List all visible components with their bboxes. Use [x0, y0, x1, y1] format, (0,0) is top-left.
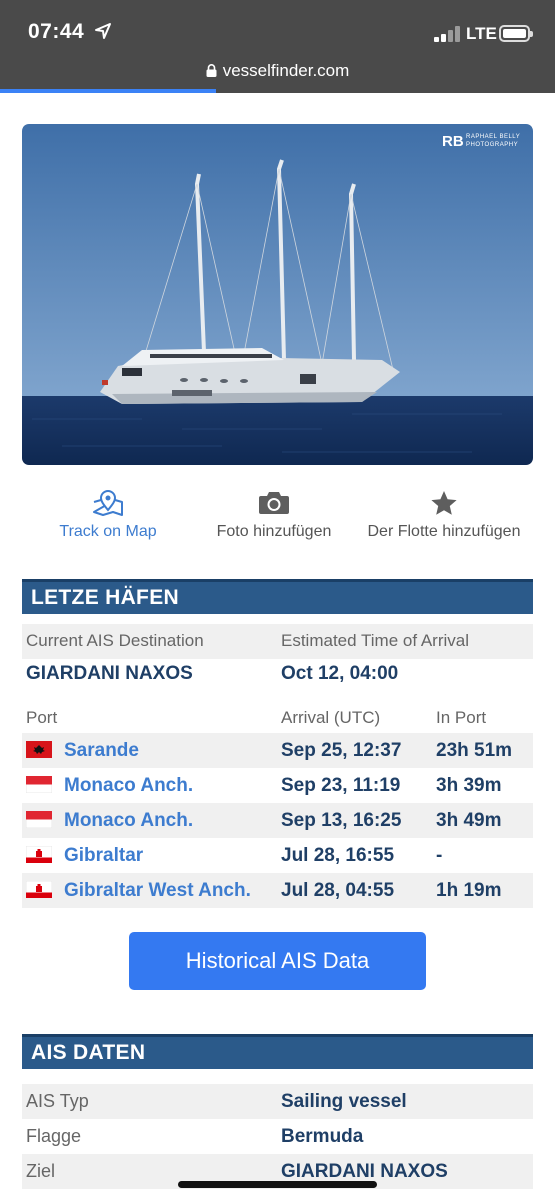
vessel-photo-illustration: [22, 124, 533, 465]
watermark-subtitle: PHOTOGRAPHY: [466, 142, 519, 148]
destination-row: GIARDANI NAXOS Oct 12, 04:00: [22, 656, 533, 691]
port-row: Sarande Sep 25, 12:37 23h 51m: [22, 733, 533, 768]
port-link[interactable]: Sarande: [64, 740, 139, 762]
ais-label: AIS Typ: [26, 1091, 89, 1111]
map-pin-icon: [93, 490, 123, 516]
port-arrival: Sep 13, 16:25: [281, 810, 402, 831]
vessel-photo[interactable]: RB RAPHAEL BELLY PHOTOGRAPHY: [22, 124, 533, 465]
port-link[interactable]: Monaco Anch.: [64, 810, 193, 832]
status-time: 07:44: [28, 20, 85, 43]
port-arrival: Sep 25, 12:37: [281, 740, 402, 761]
location-arrow-icon: [95, 23, 111, 39]
lock-icon: [206, 64, 217, 77]
camera-icon: [259, 492, 289, 514]
historical-ais-data-button[interactable]: Historical AIS Data: [129, 932, 426, 990]
url-display[interactable]: vesselfinder.com: [0, 61, 555, 81]
add-photo-button[interactable]: Foto hinzufügen: [206, 490, 342, 541]
monaco-flag-icon: [26, 811, 52, 828]
port-arrival: Jul 28, 16:55: [281, 845, 395, 866]
ais-label: Flagge: [26, 1126, 82, 1146]
add-to-fleet-label: Der Flotte hinzufügen: [367, 523, 521, 540]
track-on-map-label: Track on Map: [59, 523, 157, 540]
track-on-map-button[interactable]: Track on Map: [52, 490, 164, 541]
page-load-progress: [0, 89, 217, 93]
ports-table-header: Port Arrival (UTC) In Port: [22, 701, 533, 736]
ais-value: Sailing vessel: [281, 1091, 407, 1112]
port-row: Monaco Anch. Sep 13, 16:25 3h 49m: [22, 803, 533, 838]
browser-url-bar[interactable]: vesselfinder.com: [0, 58, 555, 93]
eta-column-header: Estimated Time of Arrival: [281, 631, 470, 650]
arrival-column-header: Arrival (UTC): [281, 708, 381, 727]
destination-header-row: Current AIS Destination Estimated Time o…: [22, 624, 533, 659]
ais-value: GIARDANI NAXOS: [281, 1161, 448, 1182]
photographer-watermark: RB RAPHAEL BELLY PHOTOGRAPHY: [442, 133, 532, 153]
albania-flag-icon: [26, 741, 52, 758]
port-row: Monaco Anch. Sep 23, 11:19 3h 39m: [22, 768, 533, 803]
network-type: LTE: [466, 24, 497, 43]
port-column-header: Port: [26, 708, 58, 727]
port-duration: 3h 49m: [436, 810, 502, 831]
ais-data-header: AIS DATEN: [22, 1034, 533, 1069]
monaco-flag-icon: [26, 776, 52, 793]
eta-value: Oct 12, 04:00: [281, 663, 399, 684]
add-photo-label: Foto hinzufügen: [216, 523, 332, 540]
watermark-name: RAPHAEL BELLY: [466, 134, 521, 140]
destination-column-header: Current AIS Destination: [26, 631, 204, 650]
ais-label: Ziel: [26, 1161, 56, 1181]
port-arrival: Sep 23, 11:19: [281, 775, 401, 796]
watermark-mark: RB: [442, 133, 464, 150]
port-duration: 23h 51m: [436, 740, 513, 761]
port-row: Gibraltar West Anch. Jul 28, 04:55 1h 19…: [22, 873, 533, 908]
port-duration: -: [436, 845, 443, 866]
port-row: Gibraltar Jul 28, 16:55 -: [22, 838, 533, 873]
destination-value: GIARDANI NAXOS: [26, 663, 193, 684]
port-link[interactable]: Monaco Anch.: [64, 775, 193, 797]
gibraltar-flag-icon: [26, 846, 52, 863]
port-link[interactable]: Gibraltar West Anch.: [64, 880, 251, 902]
ais-row: Flagge Bermuda: [22, 1119, 533, 1154]
port-arrival: Jul 28, 04:55: [281, 880, 395, 901]
home-indicator: [178, 1181, 377, 1188]
status-bar: 07:44 LTE: [0, 0, 555, 58]
port-link[interactable]: Gibraltar: [64, 845, 143, 867]
port-duration: 3h 39m: [436, 775, 502, 796]
add-to-fleet-button[interactable]: Der Flotte hinzufügen: [362, 490, 526, 541]
port-duration: 1h 19m: [436, 880, 502, 901]
url-text: vesselfinder.com: [222, 61, 350, 80]
star-icon: [431, 491, 457, 515]
battery-icon: [499, 25, 533, 42]
in-port-column-header: In Port: [436, 708, 487, 727]
ais-row: AIS Typ Sailing vessel: [22, 1084, 533, 1119]
gibraltar-flag-icon: [26, 881, 52, 898]
signal-strength-icon: [434, 26, 462, 42]
last-ports-header: LETZE HÄFEN: [22, 579, 533, 614]
ais-value: Bermuda: [281, 1126, 364, 1147]
